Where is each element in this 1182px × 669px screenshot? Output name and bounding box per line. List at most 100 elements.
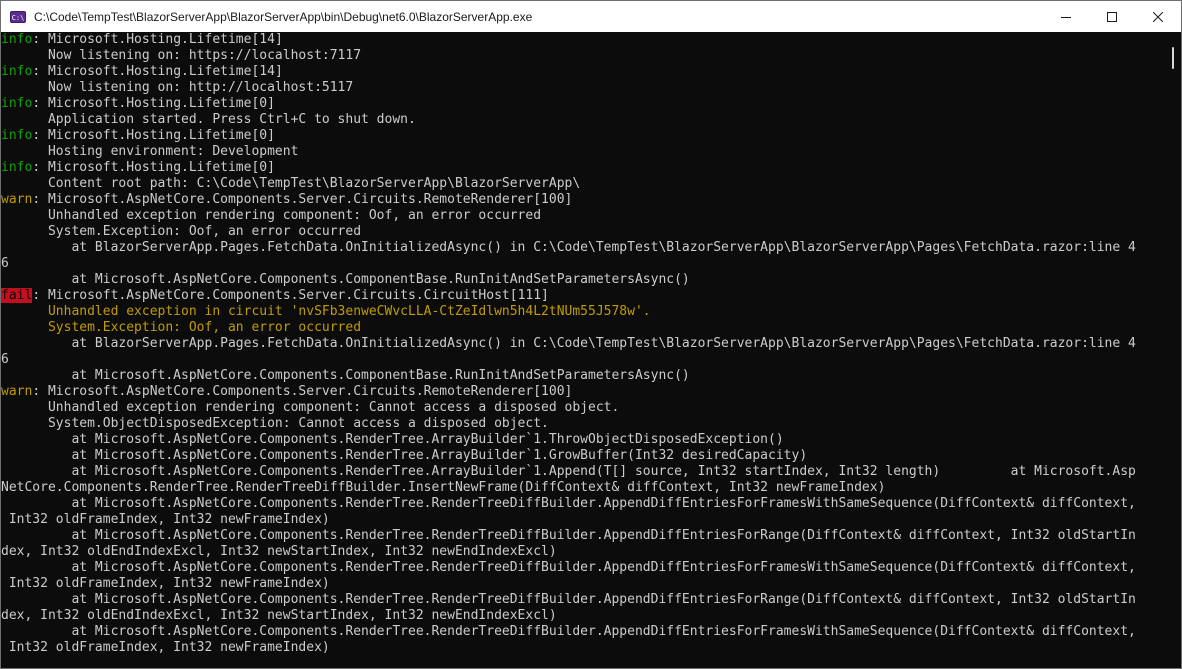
log-message: at Microsoft.AspNetCore.Components.Rende…: [1, 496, 1136, 511]
log-message: : Microsoft.AspNetCore.Components.Server…: [32, 384, 573, 399]
console-line: warn: Microsoft.AspNetCore.Components.Se…: [1, 192, 1164, 208]
console-line: Now listening on: http://localhost:5117: [1, 80, 1164, 96]
console-output[interactable]: info: Microsoft.Hosting.Lifetime[14] Now…: [1, 32, 1164, 668]
console-line: NetCore.Components.RenderTree.RenderTree…: [1, 480, 1164, 496]
scrollbar-thumb[interactable]: [1172, 47, 1174, 69]
log-message: Hosting environment: Development: [1, 144, 299, 159]
close-button[interactable]: [1135, 1, 1181, 32]
log-message: : Microsoft.AspNetCore.Components.Server…: [32, 288, 549, 303]
console-line: info: Microsoft.Hosting.Lifetime[0]: [1, 128, 1164, 144]
log-message: Int32 oldFrameIndex, Int32 newFrameIndex…: [1, 512, 330, 527]
console-line: at Microsoft.AspNetCore.Components.Compo…: [1, 272, 1164, 288]
log-message: 6: [1, 352, 9, 367]
console-text: info: Microsoft.Hosting.Lifetime[14] Now…: [1, 32, 1164, 656]
console-line: System.Exception: Oof, an error occurred: [1, 224, 1164, 240]
console-line: System.ObjectDisposedException: Cannot a…: [1, 416, 1164, 432]
console-line: at Microsoft.AspNetCore.Components.Rende…: [1, 432, 1164, 448]
console-line: Int32 oldFrameIndex, Int32 newFrameIndex…: [1, 640, 1164, 656]
log-message: Int32 oldFrameIndex, Int32 newFrameIndex…: [1, 576, 330, 591]
console-line: 6: [1, 352, 1164, 368]
log-level-info: info: [1, 128, 33, 143]
log-message: Now listening on: http://localhost:5117: [1, 80, 354, 95]
log-level-info: info: [1, 160, 33, 175]
console-line: info: Microsoft.Hosting.Lifetime[14]: [1, 64, 1164, 80]
log-message: Unhandled exception in circuit 'nvSFb3en…: [1, 304, 651, 319]
log-message: at BlazorServerApp.Pages.FetchData.OnIni…: [1, 240, 1136, 255]
log-level-info: info: [1, 64, 33, 79]
log-message: at Microsoft.AspNetCore.Components.Rende…: [1, 624, 1136, 639]
console-line: dex, Int32 oldEndIndexExcl, Int32 newSta…: [1, 544, 1164, 560]
console-window: C:\ C:\Code\TempTest\BlazorServerApp\Bla…: [0, 0, 1182, 669]
log-message: at Microsoft.AspNetCore.Components.Rende…: [1, 432, 784, 447]
log-message: Application started. Press Ctrl+C to shu…: [1, 112, 416, 127]
log-message: at BlazorServerApp.Pages.FetchData.OnIni…: [1, 336, 1136, 351]
log-message: at Microsoft.AspNetCore.Components.Rende…: [1, 592, 1136, 607]
log-message: : Microsoft.Hosting.Lifetime[0]: [32, 96, 275, 111]
console-line: at Microsoft.AspNetCore.Components.Compo…: [1, 368, 1164, 384]
log-level-warn: warn: [1, 384, 33, 399]
console-line: fail: Microsoft.AspNetCore.Components.Se…: [1, 288, 1164, 304]
minimize-icon: [1061, 16, 1071, 18]
log-message: dex, Int32 oldEndIndexExcl, Int32 newSta…: [1, 608, 557, 623]
console-line: at Microsoft.AspNetCore.Components.Rende…: [1, 592, 1164, 608]
log-message: at Microsoft.AspNetCore.Components.Rende…: [1, 528, 1136, 543]
console-line: Int32 oldFrameIndex, Int32 newFrameIndex…: [1, 512, 1164, 528]
console-line: Application started. Press Ctrl+C to shu…: [1, 112, 1164, 128]
log-message: at Microsoft.AspNetCore.Components.Rende…: [1, 448, 808, 463]
log-message: at Microsoft.AspNetCore.Components.Compo…: [1, 368, 690, 383]
console-line: 6: [1, 256, 1164, 272]
console-line: at BlazorServerApp.Pages.FetchData.OnIni…: [1, 240, 1164, 256]
console-line: Hosting environment: Development: [1, 144, 1164, 160]
console-line: at Microsoft.AspNetCore.Components.Rende…: [1, 528, 1164, 544]
console-line: at Microsoft.AspNetCore.Components.Rende…: [1, 448, 1164, 464]
vertical-scrollbar[interactable]: [1165, 32, 1181, 668]
log-message: : Microsoft.Hosting.Lifetime[14]: [32, 64, 283, 79]
log-level-fail: fail: [1, 288, 33, 303]
console-line: Unhandled exception rendering component:…: [1, 208, 1164, 224]
log-level-info: info: [1, 32, 33, 47]
log-level-info: info: [1, 96, 33, 111]
log-message: 6: [1, 256, 9, 271]
log-message: System.ObjectDisposedException: Cannot a…: [1, 416, 549, 431]
log-message: : Microsoft.Hosting.Lifetime[0]: [32, 160, 275, 175]
log-message: Unhandled exception rendering component:…: [1, 208, 542, 223]
console-line: at Microsoft.AspNetCore.Components.Rende…: [1, 496, 1164, 512]
log-message: System.Exception: Oof, an error occurred: [1, 224, 362, 239]
log-message: Unhandled exception rendering component:…: [1, 400, 620, 415]
log-level-warn: warn: [1, 192, 33, 207]
log-message: at Microsoft.AspNetCore.Components.Compo…: [1, 272, 690, 287]
console-line: at Microsoft.AspNetCore.Components.Rende…: [1, 464, 1164, 480]
console-line: Now listening on: https://localhost:7117: [1, 48, 1164, 64]
log-message: : Microsoft.Hosting.Lifetime[14]: [32, 32, 283, 47]
console-line: warn: Microsoft.AspNetCore.Components.Se…: [1, 384, 1164, 400]
console-line: at BlazorServerApp.Pages.FetchData.OnIni…: [1, 336, 1164, 352]
close-icon: [1153, 11, 1163, 22]
console-line: Unhandled exception in circuit 'nvSFb3en…: [1, 304, 1164, 320]
window-title: C:\Code\TempTest\BlazorServerApp\BlazorS…: [34, 9, 533, 24]
maximize-icon: [1107, 11, 1117, 22]
maximize-button[interactable]: [1089, 1, 1135, 32]
minimize-button[interactable]: [1043, 1, 1089, 32]
log-message: System.Exception: Oof, an error occurred: [1, 320, 362, 335]
console-line: info: Microsoft.Hosting.Lifetime[14]: [1, 32, 1164, 48]
console-line: Unhandled exception rendering component:…: [1, 400, 1164, 416]
console-line: System.Exception: Oof, an error occurred: [1, 320, 1164, 336]
log-message: at Microsoft.AspNetCore.Components.Rende…: [1, 464, 1136, 479]
console-line: Content root path: C:\Code\TempTest\Blaz…: [1, 176, 1164, 192]
console-line: at Microsoft.AspNetCore.Components.Rende…: [1, 560, 1164, 576]
console-line: info: Microsoft.Hosting.Lifetime[0]: [1, 160, 1164, 176]
console-line: at Microsoft.AspNetCore.Components.Rende…: [1, 624, 1164, 640]
log-message: Int32 oldFrameIndex, Int32 newFrameIndex…: [1, 640, 330, 655]
log-message: dex, Int32 oldEndIndexExcl, Int32 newSta…: [1, 544, 557, 559]
log-message: : Microsoft.AspNetCore.Components.Server…: [32, 192, 573, 207]
console-line: dex, Int32 oldEndIndexExcl, Int32 newSta…: [1, 608, 1164, 624]
log-message: : Microsoft.Hosting.Lifetime[0]: [32, 128, 275, 143]
log-message: at Microsoft.AspNetCore.Components.Rende…: [1, 560, 1136, 575]
log-message: Now listening on: https://localhost:7117: [1, 48, 362, 63]
console-app-icon: C:\: [10, 10, 26, 23]
title-bar[interactable]: C:\ C:\Code\TempTest\BlazorServerApp\Bla…: [1, 1, 1181, 32]
console-line: info: Microsoft.Hosting.Lifetime[0]: [1, 96, 1164, 112]
log-message: Content root path: C:\Code\TempTest\Blaz…: [1, 176, 581, 191]
log-message: NetCore.Components.RenderTree.RenderTree…: [1, 480, 886, 495]
console-line: Int32 oldFrameIndex, Int32 newFrameIndex…: [1, 576, 1164, 592]
